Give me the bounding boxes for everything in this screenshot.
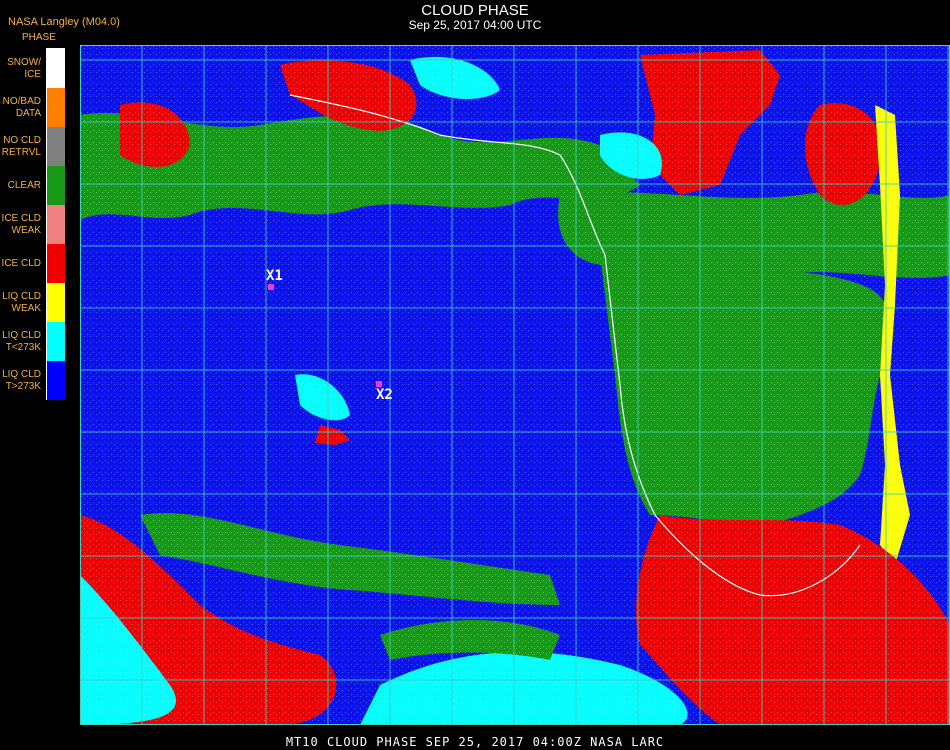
legend-label-8: LIQ CLD T>273K (2, 368, 41, 392)
satellite-product-view: NASA Langley (M04.0) CLOUD PHASE Sep 25,… (0, 0, 950, 750)
legend-label-3: CLEAR (7, 179, 41, 191)
legend-label-0: SNOW/ ICE (7, 56, 41, 80)
legend-swatch-6 (47, 283, 65, 322)
legend-label-4: ICE CLD WEAK (1, 212, 41, 236)
product-title: CLOUD PHASE (421, 2, 529, 19)
legend-swatch-4 (47, 205, 65, 244)
marker-x1-dot (268, 284, 274, 290)
timestamp-subtitle: Sep 25, 2017 04:00 UTC (408, 18, 542, 32)
legend-label-5: ICE CLD (1, 257, 41, 269)
marker-x1-label: X1 (266, 268, 283, 284)
legend-label-1: NO/BAD DATA (2, 95, 41, 119)
legend-label-7: LIQ CLD T<273K (2, 329, 41, 353)
legend-swatch-7 (47, 322, 65, 361)
cloud-texture-overlay (80, 45, 950, 725)
cloud-phase-map (80, 45, 950, 725)
legend-swatch-5 (47, 244, 65, 283)
legend-swatch-2 (47, 127, 65, 166)
footer-caption: MT10 CLOUD PHASE SEP 25, 2017 04:00Z NAS… (285, 735, 665, 749)
legend-swatch-3 (47, 166, 65, 205)
legend-label-6: LIQ CLD WEAK (2, 290, 41, 314)
legend-title: PHASE (22, 32, 56, 43)
legend-swatch-8 (47, 361, 65, 400)
legend-label-2: NO CLD RETRVL (1, 134, 41, 158)
marker-x2-label: X2 (376, 387, 393, 403)
legend-swatch-0 (47, 49, 65, 88)
legend-swatch-1 (47, 88, 65, 127)
